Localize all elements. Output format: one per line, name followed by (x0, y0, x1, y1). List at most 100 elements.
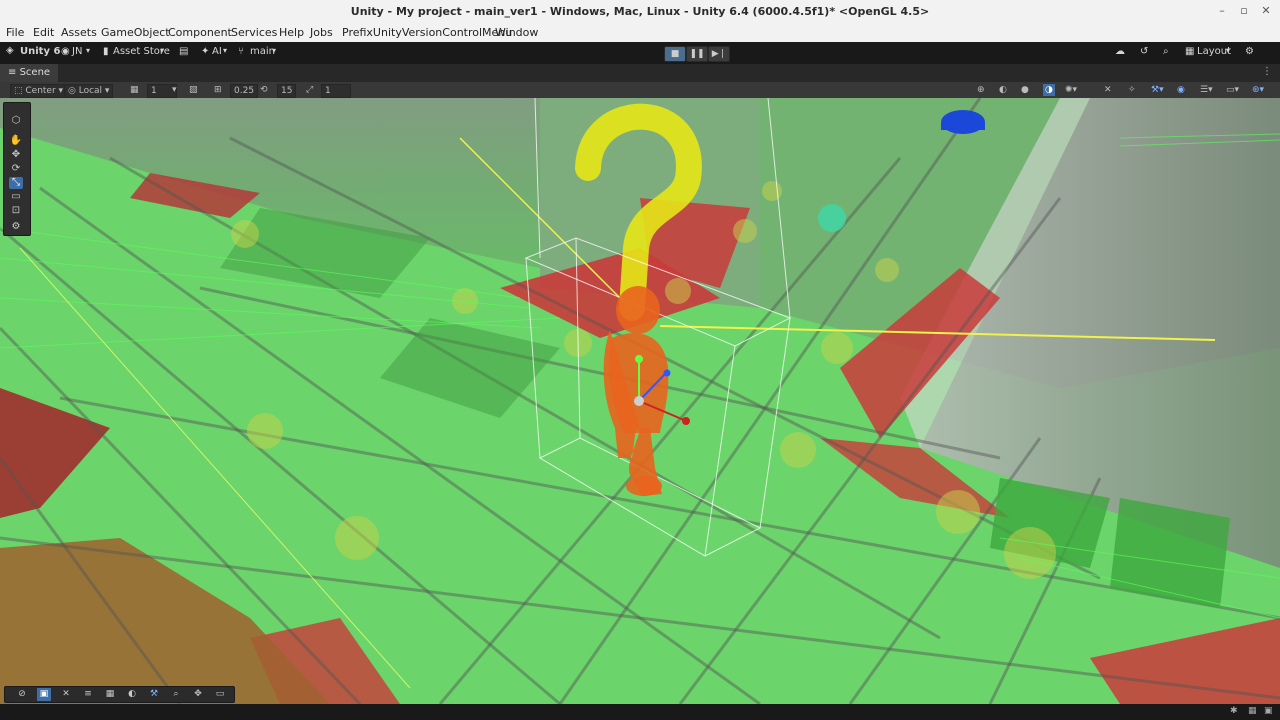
menu-services[interactable]: Services (231, 26, 277, 39)
account-icon[interactable]: ◉ (61, 46, 70, 57)
window-title: Unity - My project - main_ver1 - Windows… (350, 5, 930, 18)
grid-icon[interactable]: ▦ (130, 84, 139, 96)
editor-tab-bar: ≡ Scene ⋮ (0, 64, 1280, 83)
gizmo-tools-icon[interactable]: ⚒▾ (1151, 84, 1164, 96)
list-icon[interactable]: ≡ (81, 688, 95, 701)
pan-icon[interactable]: ✥ (191, 688, 205, 701)
scale-tool-icon[interactable]: ⤡ (9, 177, 23, 189)
package-icon[interactable]: ▤ (179, 46, 188, 57)
ai-sparkle-icon: ✦ (201, 46, 210, 57)
increment-snap-field[interactable]: 0.25 (230, 84, 259, 98)
rotate-tool-icon[interactable]: ⟳ (9, 163, 23, 175)
ai-button[interactable]: AI (212, 46, 222, 57)
menu-jobs[interactable]: Jobs (310, 26, 333, 39)
chevron-down-icon: ▾ (86, 46, 91, 55)
scene-render (0, 98, 1280, 704)
transform-tool-icon[interactable]: ⊡ (9, 205, 23, 217)
window-titlebar: Unity - My project - main_ver1 - Windows… (0, 0, 1280, 24)
menu-assets[interactable]: Assets (61, 26, 97, 39)
menu-component[interactable]: Component (168, 26, 232, 39)
tools-icon[interactable]: ⚒ (147, 688, 161, 701)
lighting-icon[interactable]: ✺▾ (1065, 84, 1077, 96)
pivot-space-label: Local (78, 86, 103, 96)
gizmo-center (634, 396, 644, 406)
settings-gear-icon[interactable]: ⚙ (1245, 46, 1254, 57)
maximize-icon[interactable]: ▫ (1236, 4, 1252, 17)
minimize-icon[interactable]: – (1214, 4, 1230, 17)
increment-snap-icon[interactable]: ⊞ (214, 84, 222, 96)
scene-tools-panel: ⬡ ✋ ✥ ⟳ ⤡ ▭ ⊡ ⚙ (3, 102, 31, 236)
status-progress-icon[interactable]: ▣ (1264, 706, 1273, 716)
scene-overlay-toolbar: ⊘ ▣ ✕ ≡ ▦ ◐ ⚒ ⌕ ✥ ▭ (4, 686, 235, 703)
cross-icon[interactable]: ✕ (59, 688, 73, 701)
status-cache-icon[interactable]: ▦ (1248, 706, 1257, 716)
tab-scene[interactable]: ≡ Scene (0, 64, 59, 82)
chevron-down-icon[interactable]: ▾ (172, 84, 177, 96)
sphere-icon[interactable]: ◐ (125, 688, 139, 701)
effects-icon[interactable]: ✧ (1128, 84, 1136, 96)
pause-button[interactable]: ❚❚ (686, 46, 708, 62)
close-icon[interactable]: ✕ (1258, 4, 1274, 17)
rotation-snap-icon[interactable]: ⟲ (260, 84, 268, 96)
menu-prefix-unity-version-control[interactable]: PrefixUnityVersionControlMenu (342, 26, 512, 39)
hand-tool-icon[interactable]: ✋ (9, 135, 23, 147)
main-toolbar: ◈ Unity 6 ◉ JN ▾ ▮ Asset Store ▾ ▤ ✦ AI … (0, 42, 1280, 64)
unity-logo-icon: ◈ (6, 45, 14, 56)
menu-bar: File Edit Assets GameObject Component Se… (0, 24, 1280, 43)
gizmo-z-handle (663, 369, 671, 377)
gizmos-icon[interactable]: ⊛▾ (1252, 84, 1264, 96)
scene-tab-label: Scene (19, 67, 51, 78)
cloud-icon[interactable]: ☁ (1115, 46, 1125, 57)
scale-snap-icon[interactable]: ⤢ (306, 84, 313, 96)
more-options-icon[interactable]: ⋮ (1262, 66, 1272, 77)
gizmo-x-handle (682, 417, 690, 425)
menu-file[interactable]: File (6, 26, 24, 39)
grid-toggle-icon[interactable]: ▦ (103, 688, 117, 701)
pivot-space-dropdown[interactable]: ◎ Local ▾ (64, 84, 114, 98)
navigation-icon[interactable]: ⊘ (15, 688, 29, 701)
asset-store-icon: ▮ (103, 46, 109, 57)
status-bar: ✱ ▦ ▣ (0, 704, 1280, 720)
pivot-mode-dropdown[interactable]: ⬚ Center ▾ (10, 84, 68, 98)
blue-cap-base (941, 122, 985, 130)
chevron-down-icon: ▾ (1226, 46, 1231, 55)
unity-version-button[interactable]: Unity 6 (20, 46, 60, 57)
tool-select-icon[interactable]: ⬡ (9, 115, 23, 127)
move-tool-icon[interactable]: ✥ (9, 149, 23, 161)
visibility-eye-icon[interactable]: ◉ (1177, 84, 1185, 96)
render-mode-icon[interactable]: ◑ (1043, 84, 1055, 96)
teal-orb (818, 204, 846, 232)
custom-tool-icon[interactable]: ⚙ (9, 221, 23, 233)
account-dropdown[interactable]: JN (72, 46, 82, 57)
layout-icon: ▦ (1185, 46, 1195, 57)
chevron-down-icon: ▾ (160, 46, 165, 55)
play-button[interactable]: ■ (664, 46, 686, 62)
step-button[interactable]: ▶❘ (708, 46, 730, 62)
chevron-down-icon: ▾ (272, 46, 277, 55)
scene-tab-icon: ≡ (8, 67, 17, 78)
menu-window[interactable]: Window (495, 26, 538, 39)
camera-icon[interactable]: ▭▾ (1226, 84, 1239, 96)
pick-icon[interactable]: ▣ (37, 688, 51, 701)
chevron-down-icon: ▾ (223, 46, 228, 55)
audio-mute-icon[interactable]: ✕ (1104, 84, 1112, 96)
rotation-snap-field[interactable]: 15 (277, 84, 297, 98)
grid-snap-icon[interactable]: ▧ (189, 84, 198, 96)
menu-gameobject[interactable]: GameObject (101, 26, 170, 39)
gizmo-y-handle (635, 355, 643, 363)
scale-snap-field[interactable]: 1 (321, 84, 351, 98)
rect-tool-icon[interactable]: ▭ (9, 191, 23, 203)
layers-icon[interactable]: ☰▾ (1200, 84, 1213, 96)
shaded-icon[interactable]: ● (1021, 84, 1029, 96)
zoom-icon[interactable]: ⌕ (169, 688, 183, 701)
scene-viewport[interactable] (0, 98, 1280, 704)
shaded-wire-icon[interactable]: ◐ (999, 84, 1007, 96)
menu-edit[interactable]: Edit (33, 26, 54, 39)
history-icon[interactable]: ↺ (1140, 46, 1148, 57)
menu-help[interactable]: Help (279, 26, 304, 39)
search-icon[interactable]: ⌕ (1163, 46, 1169, 57)
global-view-icon[interactable]: ⊕ (977, 84, 985, 96)
camera-preview-icon[interactable]: ▭ (213, 688, 227, 701)
status-bug-icon[interactable]: ✱ (1230, 706, 1238, 716)
pivot-mode-label: Center (25, 86, 56, 96)
